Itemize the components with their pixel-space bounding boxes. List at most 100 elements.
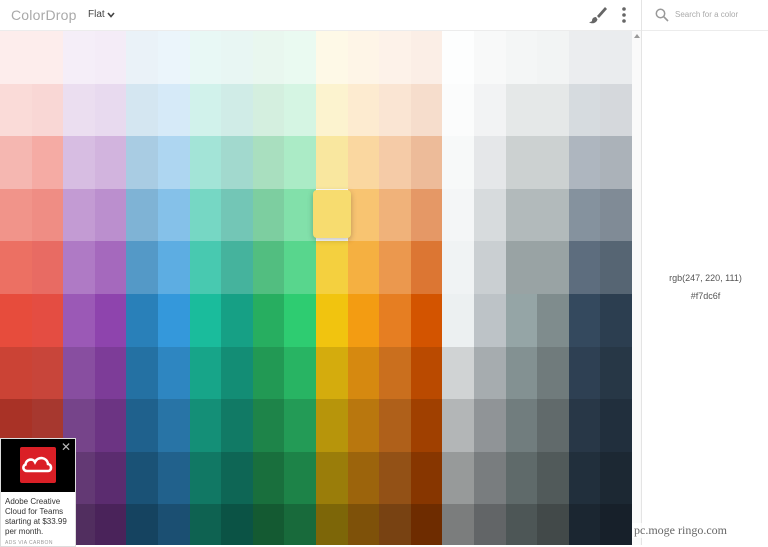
color-swatch[interactable] [190, 347, 221, 399]
color-swatch[interactable] [348, 399, 379, 452]
color-swatch[interactable] [126, 294, 158, 347]
color-swatch[interactable] [316, 84, 348, 136]
color-swatch[interactable] [537, 136, 569, 189]
color-swatch[interactable] [190, 136, 221, 189]
color-swatch[interactable] [221, 452, 253, 504]
color-swatch[interactable] [190, 189, 221, 241]
color-swatch[interactable] [126, 399, 158, 452]
color-swatch[interactable] [316, 399, 348, 452]
color-swatch[interactable] [253, 136, 284, 189]
color-swatch[interactable] [190, 452, 221, 504]
color-swatch[interactable] [284, 347, 316, 399]
color-swatch[interactable] [474, 504, 506, 545]
color-swatch[interactable] [284, 84, 316, 136]
color-swatch[interactable] [411, 399, 442, 452]
color-swatch[interactable] [95, 504, 126, 545]
color-swatch[interactable] [600, 399, 632, 452]
color-swatch[interactable] [379, 452, 411, 504]
color-swatch[interactable] [600, 294, 632, 347]
color-swatch[interactable] [600, 347, 632, 399]
color-swatch[interactable] [537, 31, 569, 84]
more-vert-icon[interactable] [616, 5, 632, 25]
color-swatch[interactable] [600, 136, 632, 189]
color-swatch[interactable] [126, 189, 158, 241]
color-swatch[interactable] [284, 452, 316, 504]
color-swatch[interactable] [95, 399, 126, 452]
color-swatch[interactable] [379, 136, 411, 189]
color-swatch[interactable] [284, 294, 316, 347]
color-swatch[interactable] [126, 452, 158, 504]
color-swatch[interactable] [316, 452, 348, 504]
color-swatch[interactable] [284, 241, 316, 294]
color-swatch[interactable] [126, 347, 158, 399]
color-swatch[interactable] [411, 31, 442, 84]
color-swatch[interactable] [474, 31, 506, 84]
color-swatch[interactable] [506, 294, 537, 347]
color-swatch[interactable] [316, 504, 348, 545]
color-swatch[interactable] [0, 136, 32, 189]
color-swatch[interactable] [316, 136, 348, 189]
color-swatch[interactable] [221, 31, 253, 84]
color-swatch[interactable] [221, 399, 253, 452]
color-swatch[interactable] [506, 31, 537, 84]
color-swatch[interactable] [284, 504, 316, 545]
color-swatch[interactable] [95, 189, 126, 241]
color-swatch[interactable] [506, 241, 537, 294]
color-swatch[interactable] [474, 452, 506, 504]
color-swatch[interactable] [506, 399, 537, 452]
color-swatch[interactable] [253, 294, 284, 347]
color-swatch[interactable] [348, 31, 379, 84]
color-swatch[interactable] [348, 136, 379, 189]
color-swatch[interactable] [569, 399, 600, 452]
color-swatch[interactable] [63, 136, 95, 189]
color-swatch[interactable] [95, 294, 126, 347]
color-swatch[interactable] [506, 452, 537, 504]
color-swatch[interactable] [221, 136, 253, 189]
color-swatch[interactable] [537, 347, 569, 399]
color-swatch[interactable] [506, 84, 537, 136]
color-swatch[interactable] [411, 347, 442, 399]
color-swatch[interactable] [600, 84, 632, 136]
color-swatch[interactable] [442, 84, 474, 136]
color-swatch[interactable] [348, 294, 379, 347]
color-swatch[interactable] [0, 294, 32, 347]
color-swatch[interactable] [190, 241, 221, 294]
color-swatch[interactable] [442, 347, 474, 399]
color-swatch[interactable] [126, 241, 158, 294]
color-swatch[interactable] [379, 31, 411, 84]
color-swatch[interactable] [348, 84, 379, 136]
color-swatch[interactable] [158, 136, 190, 189]
color-swatch[interactable] [537, 504, 569, 545]
color-swatch[interactable] [569, 189, 600, 241]
color-swatch[interactable] [537, 399, 569, 452]
color-swatch[interactable] [506, 504, 537, 545]
palette-dropdown[interactable]: Flat [88, 9, 115, 20]
color-swatch[interactable] [284, 399, 316, 452]
color-swatch[interactable] [411, 189, 442, 241]
color-swatch[interactable] [506, 189, 537, 241]
color-swatch[interactable] [474, 347, 506, 399]
paintbrush-icon[interactable] [588, 6, 608, 24]
color-swatch[interactable] [411, 504, 442, 545]
color-swatch[interactable] [537, 84, 569, 136]
color-swatch[interactable] [284, 136, 316, 189]
color-swatch[interactable] [569, 347, 600, 399]
color-swatch[interactable] [442, 241, 474, 294]
color-swatch[interactable] [569, 241, 600, 294]
color-swatch[interactable] [474, 84, 506, 136]
color-swatch[interactable] [158, 347, 190, 399]
color-swatch[interactable] [506, 347, 537, 399]
carbon-ad[interactable]: ✕ Adobe Creative Cloud for Teams startin… [0, 438, 76, 547]
color-swatch[interactable] [506, 136, 537, 189]
color-swatch[interactable] [379, 504, 411, 545]
color-swatch[interactable] [32, 294, 63, 347]
color-swatch[interactable] [316, 31, 348, 84]
color-swatch[interactable] [0, 347, 32, 399]
color-swatch[interactable] [158, 452, 190, 504]
color-swatch[interactable] [316, 241, 348, 294]
color-swatch[interactable] [95, 347, 126, 399]
color-swatch[interactable] [379, 189, 411, 241]
color-swatch[interactable] [190, 399, 221, 452]
color-swatch[interactable] [32, 31, 63, 84]
color-swatch[interactable] [379, 294, 411, 347]
